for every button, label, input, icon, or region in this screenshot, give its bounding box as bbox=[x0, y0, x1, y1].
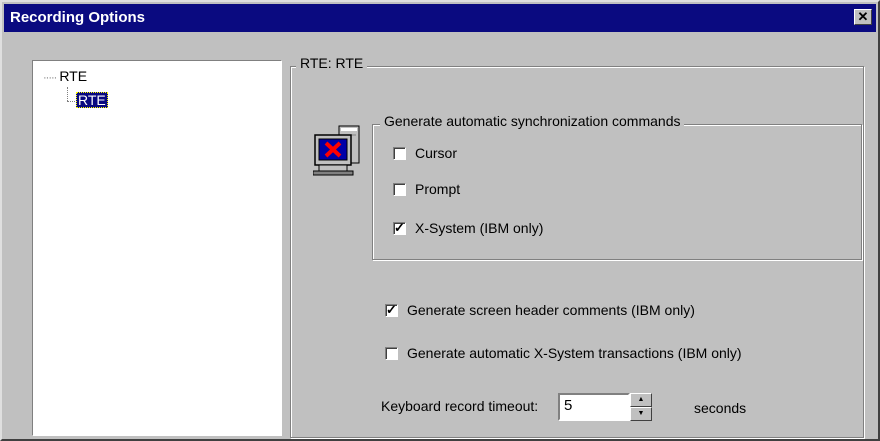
seconds-label: seconds bbox=[694, 400, 747, 416]
monitor-x-icon bbox=[313, 125, 360, 176]
checkbox-box[interactable] bbox=[393, 146, 406, 160]
options-tree[interactable]: ····· RTE RTE bbox=[32, 60, 282, 436]
tree-item-rte-root[interactable]: ····· RTE bbox=[43, 68, 87, 84]
spin-up-button[interactable]: ▲ bbox=[630, 393, 652, 407]
prompt-label: Prompt bbox=[415, 181, 461, 197]
sync-commands-legend: Generate automatic synchronization comma… bbox=[380, 113, 685, 129]
cursor-checkbox[interactable]: Cursor bbox=[393, 145, 457, 161]
prompt-checkbox[interactable]: Prompt bbox=[393, 181, 460, 197]
rte-group-legend: RTE: RTE bbox=[296, 55, 368, 71]
tree-line bbox=[67, 101, 75, 102]
checkbox-box[interactable]: ✓ bbox=[385, 301, 398, 317]
x-system-checkbox[interactable]: ✓ X-System (IBM only) bbox=[393, 220, 543, 236]
x-system-transactions-checkbox[interactable]: Generate automatic X-System transactions… bbox=[385, 345, 742, 361]
checkmark-icon: ✓ bbox=[394, 219, 405, 235]
title-bar[interactable]: Recording Options ✕ bbox=[4, 4, 876, 32]
checkbox-box[interactable]: ✓ bbox=[393, 219, 406, 235]
checkbox-box[interactable] bbox=[385, 346, 398, 360]
window-title: Recording Options bbox=[10, 9, 145, 26]
timeout-spinner[interactable]: ▲ ▼ bbox=[630, 393, 652, 421]
screen-header-comments-label: Generate screen header comments (IBM onl… bbox=[407, 302, 695, 318]
arrow-up-icon: ▲ bbox=[637, 396, 645, 403]
tree-item-rte-selected[interactable]: RTE bbox=[76, 92, 108, 108]
x-system-label: X-System (IBM only) bbox=[415, 220, 544, 236]
keyboard-timeout-input[interactable]: 5 bbox=[558, 393, 630, 421]
tree-root-label: RTE bbox=[59, 68, 88, 84]
screen-header-comments-checkbox[interactable]: ✓ Generate screen header comments (IBM o… bbox=[385, 302, 695, 318]
keyboard-timeout-label: Keyboard record timeout: bbox=[381, 398, 539, 414]
checkbox-box[interactable] bbox=[393, 182, 406, 196]
close-button[interactable]: ✕ bbox=[854, 9, 872, 25]
tree-connector-icon: ····· bbox=[43, 72, 57, 84]
cursor-label: Cursor bbox=[415, 145, 458, 161]
checkmark-icon: ✓ bbox=[386, 301, 397, 317]
arrow-down-icon: ▼ bbox=[637, 410, 645, 417]
spin-down-button[interactable]: ▼ bbox=[630, 407, 652, 421]
close-icon: ✕ bbox=[857, 9, 869, 24]
x-system-transactions-label: Generate automatic X-System transactions… bbox=[407, 345, 742, 361]
tree-line bbox=[67, 87, 68, 101]
